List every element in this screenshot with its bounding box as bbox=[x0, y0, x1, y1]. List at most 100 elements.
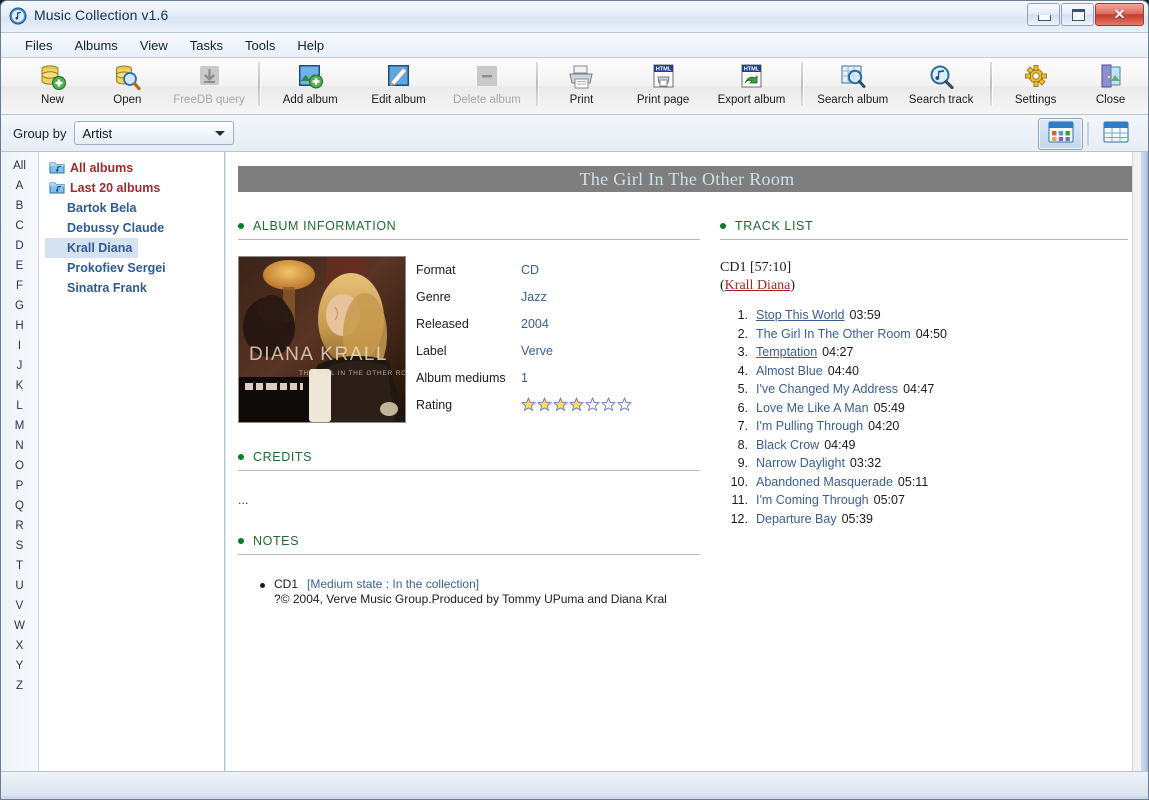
toolbar-search-track-button[interactable]: Search track bbox=[897, 60, 985, 110]
maximize-button[interactable] bbox=[1061, 3, 1094, 26]
alpha-index-w[interactable]: W bbox=[1, 616, 38, 636]
close-icon: ✕ bbox=[1113, 6, 1126, 22]
album-cover-image[interactable]: DIANA KRALL THE GIRL IN THE OTHER ROOM bbox=[238, 256, 406, 423]
alpha-index-g[interactable]: G bbox=[1, 296, 38, 316]
alpha-index-z[interactable]: Z bbox=[1, 676, 38, 696]
track-name[interactable]: I'm Coming Through bbox=[756, 493, 869, 507]
minimize-button[interactable] bbox=[1027, 3, 1060, 26]
alpha-index-j[interactable]: J bbox=[1, 356, 38, 376]
alpha-index-all[interactable]: All bbox=[1, 156, 38, 176]
alpha-index-e[interactable]: E bbox=[1, 256, 38, 276]
track-list-item[interactable]: 10. Abandoned Masquerade 05:11 bbox=[720, 475, 1136, 494]
menu-view[interactable]: View bbox=[130, 35, 178, 56]
track-list-item[interactable]: 2. The Girl In The Other Room 04:50 bbox=[720, 327, 1136, 346]
thumbnail-view-button[interactable] bbox=[1038, 118, 1083, 150]
tree-item-artist-prokofiev-sergei[interactable]: Prokofiev Sergei bbox=[45, 258, 224, 278]
alpha-index-m[interactable]: M bbox=[1, 416, 38, 436]
toolbar-print-page-button[interactable]: HTML Print page bbox=[619, 60, 707, 110]
tree-item-artist-krall-diana[interactable]: Krall Diana bbox=[45, 238, 139, 258]
track-name[interactable]: Departure Bay bbox=[756, 512, 837, 526]
track-name[interactable]: Black Crow bbox=[756, 438, 819, 452]
alpha-index-q[interactable]: Q bbox=[1, 496, 38, 516]
star-filled-icon[interactable] bbox=[553, 397, 568, 412]
menu-files[interactable]: Files bbox=[15, 35, 62, 56]
track-name[interactable]: The Girl In The Other Room bbox=[756, 327, 911, 341]
view-separator bbox=[1087, 122, 1089, 146]
star-filled-icon[interactable] bbox=[569, 397, 584, 412]
track-list-item[interactable]: 6. Love Me Like A Man 05:49 bbox=[720, 401, 1136, 420]
table-view-button[interactable] bbox=[1093, 118, 1138, 150]
toolbar-delete-album-button[interactable]: Delete album bbox=[443, 60, 531, 110]
toolbar-export-album-button[interactable]: HTML Export album bbox=[707, 60, 795, 110]
disc-artist-link[interactable]: Krall Diana bbox=[725, 278, 791, 293]
tree-item-artist-sinatra-frank[interactable]: Sinatra Frank bbox=[45, 278, 224, 298]
track-name[interactable]: Temptation bbox=[756, 345, 817, 359]
alpha-index-r[interactable]: R bbox=[1, 516, 38, 536]
star-empty-icon[interactable] bbox=[617, 397, 632, 412]
menu-tasks[interactable]: Tasks bbox=[180, 35, 233, 56]
alpha-index-b[interactable]: B bbox=[1, 196, 38, 216]
track-name[interactable]: Love Me Like A Man bbox=[756, 401, 869, 415]
alpha-index-a[interactable]: A bbox=[1, 176, 38, 196]
toolbar-new-button[interactable]: New bbox=[15, 60, 90, 110]
track-duration: 05:49 bbox=[873, 400, 905, 415]
track-list-item[interactable]: 5. I've Changed My Address 04:47 bbox=[720, 382, 1136, 401]
track-name[interactable]: Narrow Daylight bbox=[756, 456, 845, 470]
maximize-icon bbox=[1072, 9, 1085, 21]
menu-albums[interactable]: Albums bbox=[64, 35, 127, 56]
track-name[interactable]: Abandoned Masquerade bbox=[756, 475, 893, 489]
alpha-index-o[interactable]: O bbox=[1, 456, 38, 476]
tree-item-all-albums[interactable]: All albums bbox=[45, 158, 224, 178]
alpha-index-p[interactable]: P bbox=[1, 476, 38, 496]
menu-tools[interactable]: Tools bbox=[235, 35, 285, 56]
track-list-item[interactable]: 3. Temptation 04:27 bbox=[720, 345, 1136, 364]
alpha-index-v[interactable]: V bbox=[1, 596, 38, 616]
star-filled-icon[interactable] bbox=[537, 397, 552, 412]
rating-stars[interactable] bbox=[521, 397, 632, 412]
alpha-index-n[interactable]: N bbox=[1, 436, 38, 456]
alpha-index-d[interactable]: D bbox=[1, 236, 38, 256]
track-list-item[interactable]: 8. Black Crow 04:49 bbox=[720, 438, 1136, 457]
track-list-item[interactable]: 7. I'm Pulling Through 04:20 bbox=[720, 419, 1136, 438]
tree-item-label: All albums bbox=[70, 161, 134, 175]
toolbar-freedb-query-button[interactable]: FreeDB query bbox=[165, 60, 253, 110]
alpha-index-s[interactable]: S bbox=[1, 536, 38, 556]
alpha-index-i[interactable]: I bbox=[1, 336, 38, 356]
tree-item-artist-bartok-bela[interactable]: Bartok Bela bbox=[45, 198, 224, 218]
alpha-index-l[interactable]: L bbox=[1, 396, 38, 416]
group-by-select[interactable]: Artist bbox=[74, 121, 235, 145]
toolbar-add-album-button[interactable]: Add album bbox=[266, 60, 354, 110]
close-button[interactable]: ✕ bbox=[1095, 3, 1144, 26]
alpha-index-f[interactable]: F bbox=[1, 276, 38, 296]
track-name[interactable]: Stop This World bbox=[756, 308, 844, 322]
track-name[interactable]: Almost Blue bbox=[756, 364, 823, 378]
toolbar-search-album-button[interactable]: Search album bbox=[809, 60, 897, 110]
track-list-item[interactable]: 1. Stop This World 03:59 bbox=[720, 308, 1136, 327]
alpha-index-k[interactable]: K bbox=[1, 376, 38, 396]
alpha-index-u[interactable]: U bbox=[1, 576, 38, 596]
star-empty-icon[interactable] bbox=[601, 397, 616, 412]
track-list-item[interactable]: 12. Departure Bay 05:39 bbox=[720, 512, 1136, 531]
track-list-item[interactable]: 4. Almost Blue 04:40 bbox=[720, 364, 1136, 383]
star-empty-icon[interactable] bbox=[585, 397, 600, 412]
alpha-index-c[interactable]: C bbox=[1, 216, 38, 236]
toolbar-edit-album-button[interactable]: Edit album bbox=[354, 60, 442, 110]
download-icon bbox=[194, 63, 224, 92]
track-name[interactable]: I'm Pulling Through bbox=[756, 419, 863, 433]
toolbar-open-button[interactable]: Open bbox=[90, 60, 165, 110]
toolbar-close-button[interactable]: Close bbox=[1073, 60, 1148, 110]
track-list-item[interactable]: 9. Narrow Daylight 03:32 bbox=[720, 456, 1136, 475]
tree-item-last-20-albums[interactable]: Last 20 albums bbox=[45, 178, 224, 198]
track-list-item[interactable]: 11. I'm Coming Through 05:07 bbox=[720, 493, 1136, 512]
menu-help[interactable]: Help bbox=[287, 35, 334, 56]
toolbar-settings-button[interactable]: Settings bbox=[998, 60, 1073, 110]
album-title-band: The Girl In The Other Room bbox=[238, 166, 1136, 192]
toolbar-print-button[interactable]: Print bbox=[544, 60, 619, 110]
alpha-index-y[interactable]: Y bbox=[1, 656, 38, 676]
star-filled-icon[interactable] bbox=[521, 397, 536, 412]
alpha-index-t[interactable]: T bbox=[1, 556, 38, 576]
alpha-index-h[interactable]: H bbox=[1, 316, 38, 336]
tree-item-artist-debussy-claude[interactable]: Debussy Claude bbox=[45, 218, 224, 238]
alpha-index-x[interactable]: X bbox=[1, 636, 38, 656]
track-name[interactable]: I've Changed My Address bbox=[756, 382, 898, 396]
